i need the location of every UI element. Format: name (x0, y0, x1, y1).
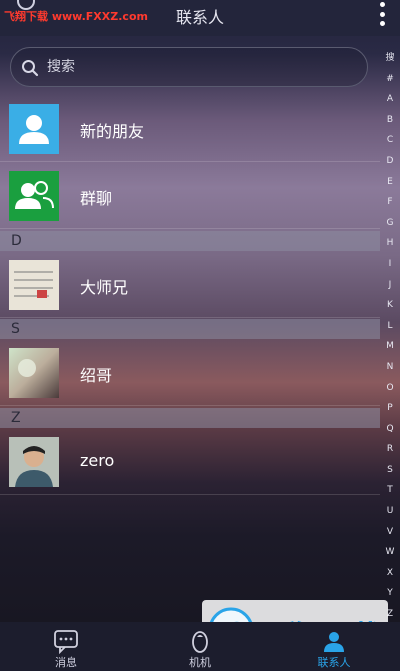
contact-name: 大师兄 (80, 278, 129, 297)
avatar (9, 437, 59, 487)
contacts-icon (324, 632, 344, 652)
robot-icon (192, 631, 208, 653)
contact-row[interactable]: zero (0, 429, 380, 495)
alphabet-index-item[interactable]: Y (387, 583, 393, 604)
alphabet-index-item[interactable]: P (387, 398, 392, 419)
alphabet-index-item[interactable]: S (387, 460, 393, 481)
search-input[interactable] (47, 56, 347, 78)
message-icon (54, 630, 78, 654)
tab-label: 联系人 (317, 656, 351, 669)
tab-messages[interactable]: 消息 (26, 622, 106, 671)
tab-label: 机机 (189, 656, 211, 669)
group-chat-icon (9, 171, 59, 221)
alphabet-index-item[interactable]: D (387, 151, 394, 172)
alphabet-index-item[interactable]: 搜 (385, 48, 394, 69)
alphabet-index-item[interactable]: U (387, 501, 394, 522)
tab-contacts[interactable]: 联系人 (294, 622, 374, 671)
alphabet-index-item[interactable]: N (387, 357, 394, 378)
avatar (9, 260, 59, 310)
alphabet-index-item[interactable]: G (387, 213, 394, 234)
contact-row[interactable]: 绍哥 (0, 340, 380, 406)
contact-name: zero (80, 451, 115, 470)
alphabet-index-item[interactable]: M (386, 336, 394, 357)
alphabet-index-item[interactable]: V (387, 522, 393, 543)
alphabet-index[interactable]: 搜 # A B C D E F G H I J K L M N O P Q R S T U V W X Y Z (380, 48, 400, 625)
alphabet-index-item[interactable]: I (389, 254, 392, 275)
alphabet-index-item[interactable]: C (387, 130, 393, 151)
new-friend-icon (9, 104, 59, 154)
tab-robot[interactable]: 机机 (160, 622, 240, 671)
alphabet-index-item[interactable]: L (387, 316, 392, 337)
alphabet-index-item[interactable]: F (387, 192, 392, 213)
section-header-z: Z (0, 408, 380, 428)
contact-name: 绍哥 (80, 366, 113, 385)
alphabet-index-item[interactable]: Q (386, 419, 393, 440)
contact-name: 群聊 (80, 189, 113, 208)
page-title: 联系人 (175, 8, 224, 27)
section-header-d: D (0, 231, 380, 251)
alphabet-index-item[interactable]: B (387, 110, 393, 131)
contact-row[interactable]: 大师兄 (0, 252, 380, 318)
search-bar[interactable] (10, 47, 368, 87)
alphabet-index-item[interactable]: R (387, 439, 393, 460)
alphabet-index-item[interactable]: W (386, 542, 395, 563)
more-menu-icon[interactable] (380, 2, 386, 26)
avatar (9, 348, 59, 398)
top-bar: 飞翔下载 www.FXXZ.com 联系人 (0, 0, 400, 36)
alphabet-index-item[interactable]: J (389, 275, 392, 296)
alphabet-index-item[interactable]: A (387, 89, 393, 110)
alphabet-index-item[interactable]: H (387, 233, 394, 254)
bottom-nav: 消息 机机 联系人 (0, 622, 400, 671)
alphabet-index-item[interactable]: # (386, 69, 394, 90)
tab-label: 消息 (55, 656, 77, 669)
alphabet-index-item[interactable]: O (386, 378, 393, 399)
new-friends-row[interactable]: 新的朋友 (0, 96, 380, 162)
alphabet-index-item[interactable]: E (387, 172, 393, 193)
section-header-s: S (0, 319, 380, 339)
alphabet-index-item[interactable]: T (387, 480, 393, 501)
group-chat-row[interactable]: 群聊 (0, 163, 380, 229)
contact-name: 新的朋友 (80, 122, 145, 141)
alphabet-index-item[interactable]: X (387, 563, 393, 584)
search-icon (22, 60, 39, 77)
alphabet-index-item[interactable]: K (387, 295, 393, 316)
